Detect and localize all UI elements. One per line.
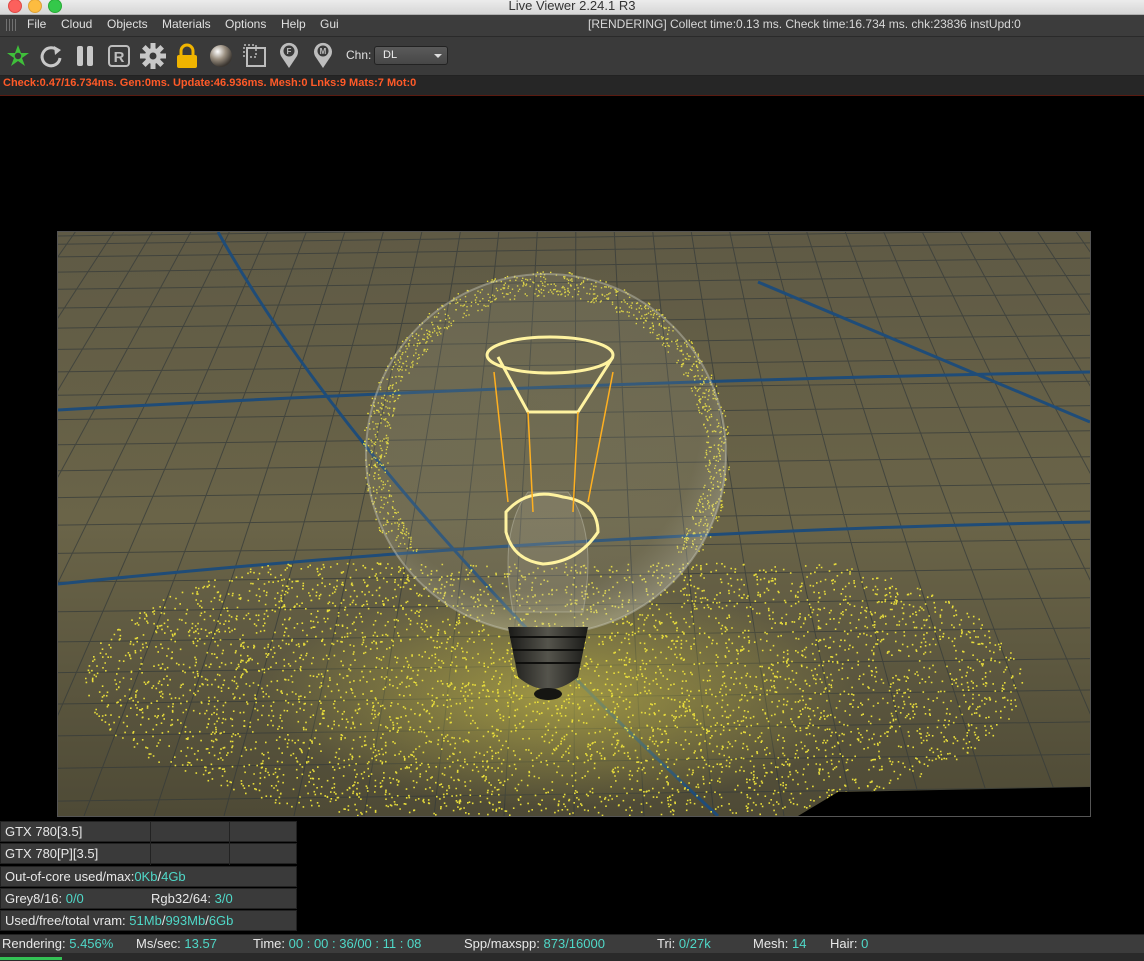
render-progress-bar [0, 957, 62, 960]
channel-select-value: DL [383, 49, 398, 61]
out-of-core-used: 0Kb [134, 869, 158, 884]
toolbar: R F M Chn: DL [0, 37, 1144, 76]
device-row-gpu2: GTX 780[P][3.5] [0, 843, 297, 865]
tri-label: Tri: [657, 936, 676, 951]
vram-total: 6Gb [208, 913, 234, 928]
vram-used: 51Mb [129, 913, 162, 928]
material-sphere-icon[interactable] [207, 42, 235, 70]
rendered-lightbulb-image [58, 232, 1090, 816]
window-title: Live Viewer 2.24.1 R3 [508, 0, 636, 13]
gpu2-name: GTX 780[P][3.5] [5, 846, 99, 861]
material-pin-icon[interactable]: M [309, 42, 337, 70]
progress-track [0, 953, 1144, 961]
r-icon[interactable]: R [105, 42, 133, 70]
mesh-label: Mesh: [753, 936, 789, 951]
menu-bar: File Cloud Objects Materials Options Hel… [0, 15, 1144, 37]
rgb-label: Rgb32/64: [151, 891, 211, 906]
ms-label: Ms/sec: [136, 936, 181, 951]
refresh-icon[interactable] [37, 42, 65, 70]
render-status-text: [RENDERING] Collect time:0.13 ms. Check … [588, 17, 1021, 31]
out-of-core-max: 4Gb [161, 869, 186, 884]
pause-icon[interactable] [71, 42, 99, 70]
menu-help[interactable]: Help [281, 17, 306, 31]
svg-text:R: R [114, 49, 125, 66]
menu-materials[interactable]: Materials [162, 17, 211, 31]
lock-icon[interactable] [173, 42, 201, 70]
focus-pin-icon[interactable]: F [275, 42, 303, 70]
time-value: 00 : 00 : 36/00 : 11 : 08 [288, 936, 422, 951]
render-stats-text: Check:0.47/16.734ms. Gen:0ms. Update:46.… [3, 77, 417, 89]
ms-value: 13.57 [184, 936, 217, 951]
octane-logo-icon[interactable] [4, 42, 32, 70]
svg-text:M: M [320, 47, 327, 56]
render-stats-line: Check:0.47/16.734ms. Gen:0ms. Update:46.… [0, 76, 1144, 96]
channel-select[interactable]: DL [374, 46, 448, 65]
hair-label: Hair: [830, 936, 858, 951]
gpu1-name: GTX 780[3.5] [5, 824, 83, 839]
grip-icon [6, 19, 18, 31]
window-titlebar: Live Viewer 2.24.1 R3 [0, 0, 1144, 15]
grey-label: Grey8/16: [5, 891, 63, 906]
spp-label: Spp/maxspp: [464, 936, 540, 951]
vram-free: 993Mb [165, 913, 206, 928]
rendering-value: 5.456% [69, 936, 114, 951]
svg-text:F: F [287, 47, 292, 56]
device-row-gpu1: GTX 780[3.5] [0, 821, 297, 843]
menu-objects[interactable]: Objects [107, 17, 148, 31]
region-render-icon[interactable] [241, 42, 269, 70]
grey-value: 0/0 [65, 891, 84, 906]
mesh-value: 14 [792, 936, 807, 951]
hair-value: 0 [861, 936, 869, 951]
menu-file[interactable]: File [27, 17, 46, 31]
spp-value: 873/16000 [543, 936, 605, 951]
gear-icon[interactable] [139, 42, 167, 70]
menu-gui[interactable]: Gui [320, 17, 339, 31]
chevron-down-icon [434, 54, 442, 58]
time-label: Time: [253, 936, 286, 951]
out-of-core-row: Out-of-core used/max:0Kb/4Gb [0, 866, 297, 887]
render-status-bar: Rendering: 5.456% Ms/sec: 13.57 Time: 00… [0, 934, 1144, 954]
render-viewport[interactable] [57, 231, 1091, 817]
vram-row: Used/free/total vram: 51Mb/993Mb/6Gb [0, 910, 297, 931]
channel-label: Chn: [346, 48, 372, 62]
tri-value: 0/27k [678, 936, 711, 951]
out-of-core-label: Out-of-core used/max: [5, 869, 135, 884]
menu-options[interactable]: Options [225, 17, 266, 31]
rendering-label: Rendering: [2, 936, 66, 951]
rgb-value: 3/0 [214, 891, 233, 906]
texture-count-row: Grey8/16: 0/0 Rgb32/64: 3/0 [0, 888, 297, 909]
vram-label: Used/free/total vram: [5, 913, 126, 928]
menu-cloud[interactable]: Cloud [61, 17, 92, 31]
